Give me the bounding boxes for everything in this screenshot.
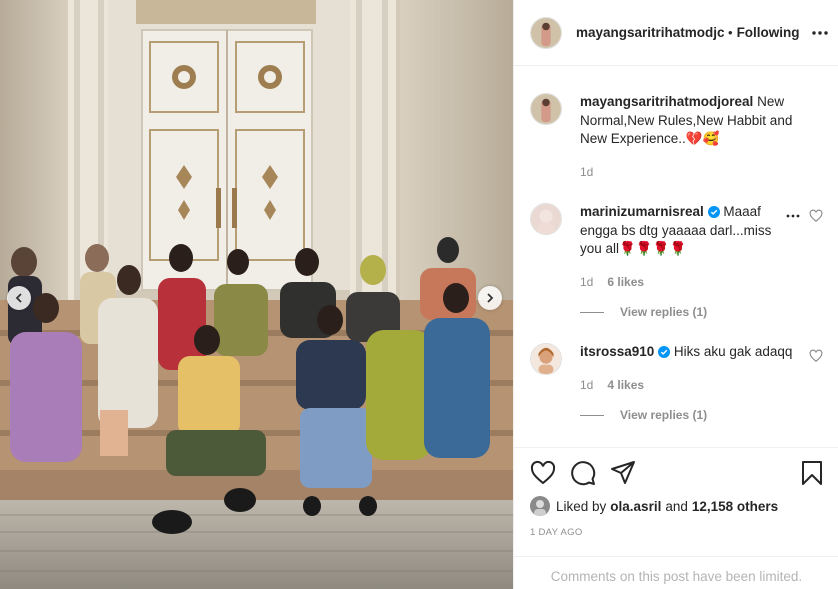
comment-likes[interactable]: 4 likes <box>607 376 644 395</box>
chevron-right-icon <box>487 293 494 303</box>
replies-divider-line <box>580 414 604 416</box>
post-actions: Liked by ola.asril and 12,158 others 1 D… <box>514 447 838 589</box>
caption-time[interactable]: 1d <box>580 163 593 182</box>
verified-badge-icon <box>707 206 720 218</box>
view-replies-button[interactable]: View replies (1) <box>580 305 823 319</box>
comment-more-icon[interactable] <box>785 212 801 220</box>
likes-prefix: Liked by <box>556 498 607 514</box>
commenter-avatar-image <box>531 344 561 374</box>
post-photo[interactable] <box>0 0 513 589</box>
previous-photo-button[interactable] <box>7 286 31 310</box>
verified-badge-icon <box>658 346 671 358</box>
share-button[interactable] <box>610 460 636 486</box>
comment-username[interactable]: itsrossa910 <box>580 344 654 359</box>
post-side-panel: mayangsaritrihatmodjc • Following mayang… <box>513 0 838 589</box>
author-avatar[interactable] <box>530 16 562 49</box>
caption-body: mayangsaritrihatmodjoreal New Normal,New… <box>580 93 796 181</box>
comment-meta: 1d 6 likes <box>580 273 796 292</box>
following-button[interactable]: Following <box>737 25 800 40</box>
liker-avatar-image <box>530 496 550 516</box>
post-header: mayangsaritrihatmodjc • Following <box>514 0 838 66</box>
view-replies-button[interactable]: View replies (1) <box>580 408 823 422</box>
likes-summary: Liked by ola.asril and 12,158 others <box>530 496 782 516</box>
comments-limited-notice: Comments on this post have been limited. <box>514 556 838 589</box>
commenter-avatar[interactable] <box>530 203 562 235</box>
view-replies-label: View replies (1) <box>620 305 708 319</box>
comment-body: marinizumarnisreal Maaaf engga bs dtg ya… <box>580 203 796 291</box>
comment-like-icon[interactable] <box>809 349 823 363</box>
caption-author-avatar[interactable] <box>530 93 562 125</box>
comment-like-icon[interactable] <box>809 209 823 223</box>
comment-icon <box>571 461 596 486</box>
caption-avatar-image <box>531 94 561 124</box>
chevron-left-icon <box>15 293 22 303</box>
save-button[interactable] <box>799 460 825 486</box>
separator-dot: • <box>728 25 733 40</box>
comment-time[interactable]: 1d <box>580 273 593 292</box>
bookmark-icon <box>802 461 822 485</box>
group-photo-image <box>0 0 513 589</box>
comment-likes[interactable]: 6 likes <box>607 273 644 292</box>
liker-username[interactable]: ola.asril <box>610 499 661 514</box>
liker-avatar[interactable] <box>530 496 550 516</box>
comment-button[interactable] <box>570 460 596 486</box>
heart-icon <box>530 460 556 485</box>
share-icon <box>611 461 635 484</box>
view-replies-label: View replies (1) <box>620 408 708 422</box>
like-button[interactable] <box>530 460 556 486</box>
author-username[interactable]: mayangsaritrihatmodjc <box>576 25 724 40</box>
comments-list[interactable]: mayangsaritrihatmodjoreal New Normal,New… <box>514 67 838 447</box>
comment-text: Hiks aku gak adaqq <box>673 344 793 359</box>
comment-meta: 1d 4 likes <box>580 376 796 395</box>
action-icons <box>530 460 825 488</box>
more-options-button[interactable] <box>810 24 830 42</box>
commenter-avatar[interactable] <box>530 343 562 375</box>
comment-body: itsrossa910 Hiks aku gak adaqq 1d 4 like… <box>580 343 796 394</box>
comment-time[interactable]: 1d <box>580 376 593 395</box>
comment-username[interactable]: marinizumarnisreal <box>580 204 704 219</box>
likes-others[interactable]: 12,158 others <box>692 499 778 514</box>
caption-username[interactable]: mayangsaritrihatmodjoreal <box>580 94 753 109</box>
likes-and: and <box>665 498 688 514</box>
author-avatar-image <box>531 17 561 48</box>
post-timestamp[interactable]: 1 DAY AGO <box>530 527 583 538</box>
comment-item: itsrossa910 Hiks aku gak adaqq 1d 4 like… <box>530 343 823 394</box>
caption: mayangsaritrihatmodjoreal New Normal,New… <box>530 93 823 181</box>
comment-item: marinizumarnisreal Maaaf engga bs dtg ya… <box>530 203 823 291</box>
commenter-avatar-image <box>531 204 561 234</box>
more-horizontal-icon <box>812 31 828 35</box>
caption-meta: 1d <box>580 163 796 182</box>
next-photo-button[interactable] <box>478 286 502 310</box>
replies-divider-line <box>580 311 604 313</box>
